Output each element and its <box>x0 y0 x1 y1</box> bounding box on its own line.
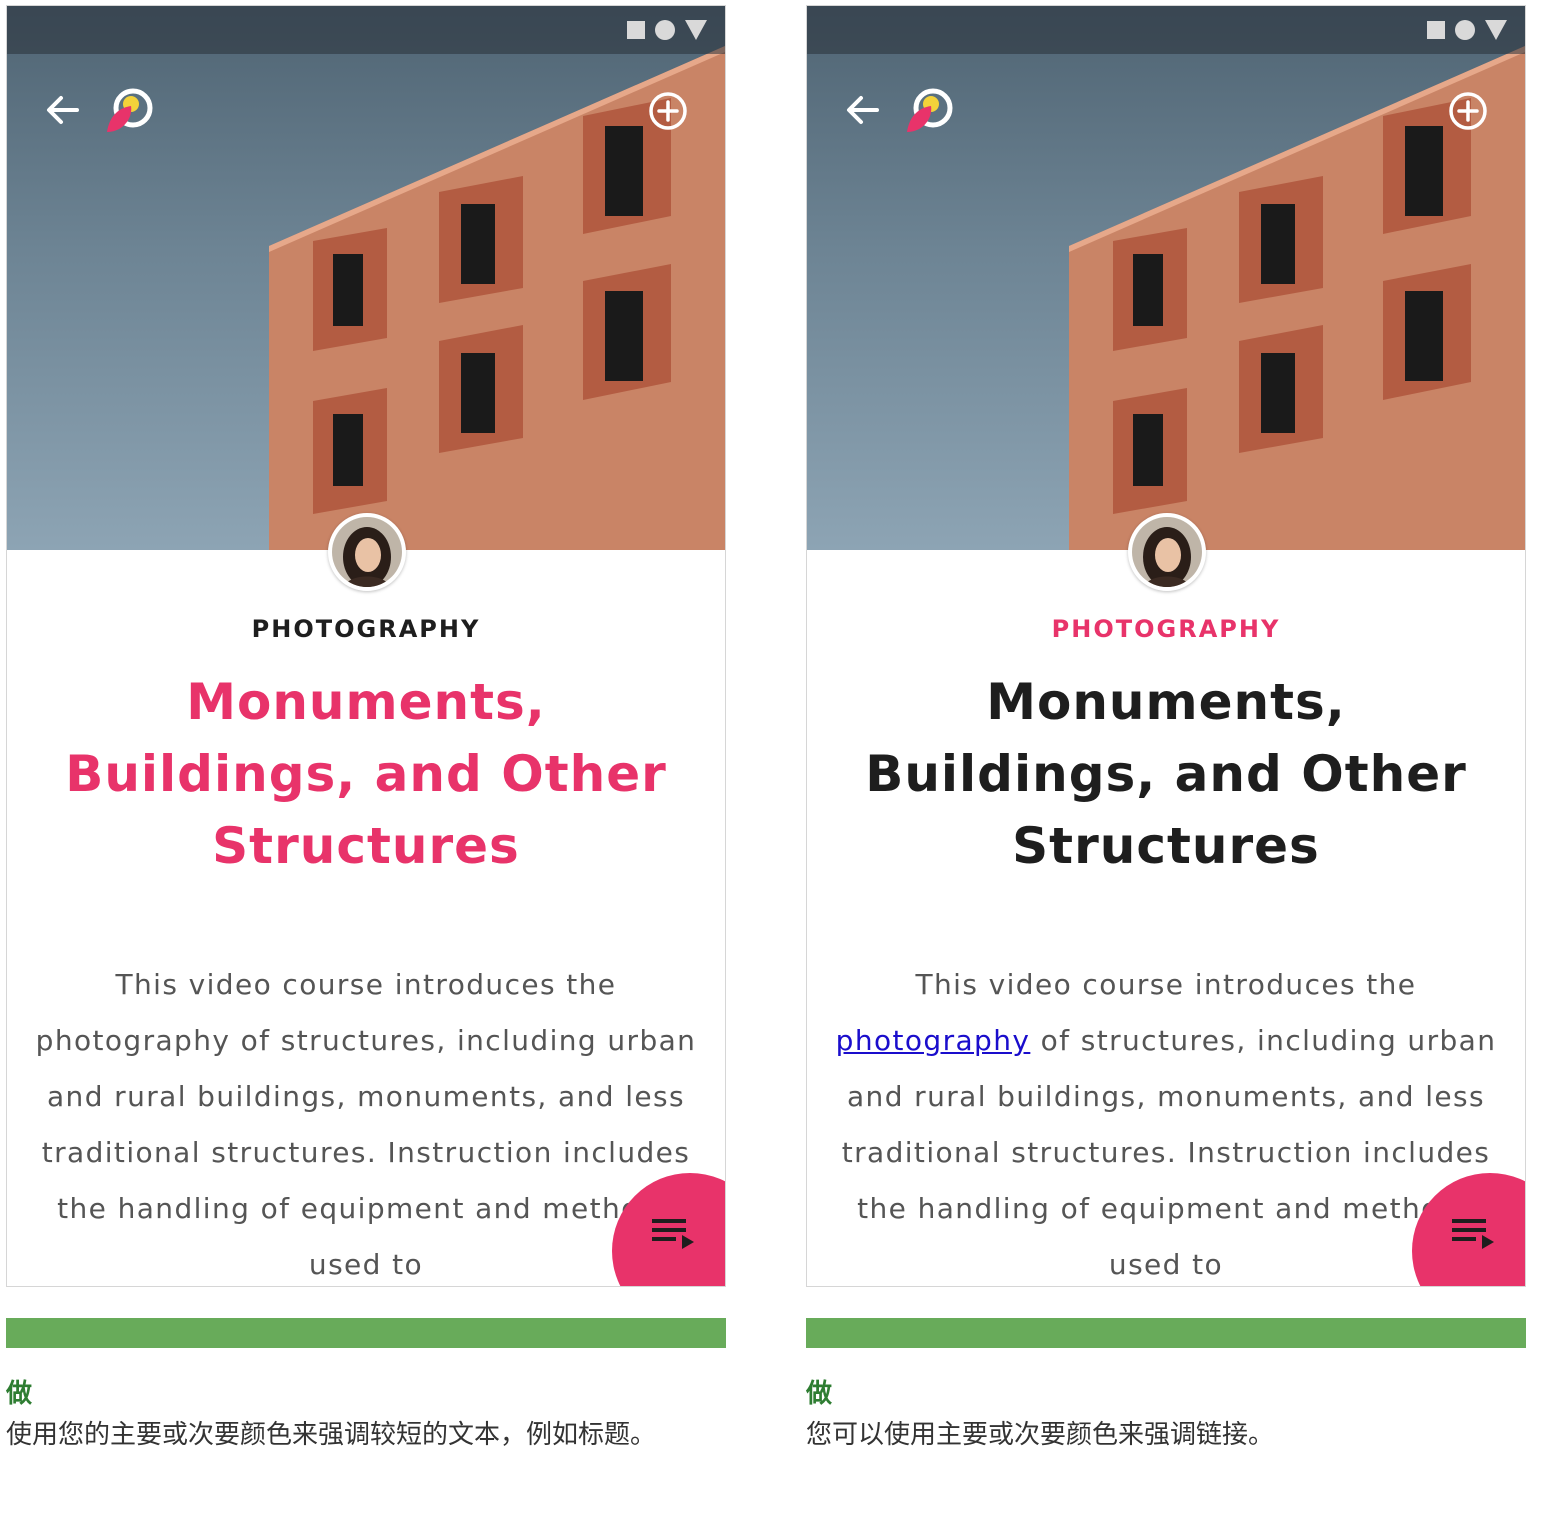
circle-icon <box>1455 20 1475 40</box>
category-label: PHOTOGRAPHY <box>1051 615 1281 643</box>
avatar-portrait <box>1132 517 1202 587</box>
course-title: Monuments, Buildings, and Other Structur… <box>65 673 667 875</box>
verdict-label: 做 <box>806 1379 833 1409</box>
guideline-caption: 使用您的主要或次要颜色来强调较短的文本，例如标题。 <box>6 1420 657 1450</box>
status-bar <box>7 6 725 54</box>
app-logo-icon <box>107 88 153 132</box>
arrow-back-icon[interactable] <box>41 88 85 132</box>
phone-mockup: PHOTOGRAPHY Monuments, Buildings, and Ot… <box>806 5 1526 1287</box>
triangle-icon <box>685 20 707 40</box>
add-circle-icon[interactable] <box>647 90 689 132</box>
hero-image <box>807 6 1525 550</box>
do-indicator-bar <box>806 1318 1526 1348</box>
author-avatar[interactable] <box>1128 513 1206 591</box>
status-bar <box>807 6 1525 54</box>
hero-image <box>7 6 725 550</box>
category-label: PHOTOGRAPHY <box>251 615 481 643</box>
do-indicator-bar <box>6 1318 726 1348</box>
arrow-back-icon[interactable] <box>841 88 885 132</box>
guideline-caption: 您可以使用主要或次要颜色来强调链接。 <box>806 1420 1275 1450</box>
author-avatar[interactable] <box>328 513 406 591</box>
square-icon <box>627 21 645 39</box>
avatar-portrait <box>332 517 402 587</box>
course-description: This video course introduces the photogr… <box>829 957 1503 1286</box>
app-logo-icon <box>907 88 953 132</box>
playlist-play-icon <box>652 1219 694 1249</box>
photography-link[interactable]: photography <box>836 1024 1031 1057</box>
triangle-icon <box>1485 20 1507 40</box>
square-icon <box>1427 21 1445 39</box>
add-circle-icon[interactable] <box>1447 90 1489 132</box>
course-title: Monuments, Buildings, and Other Structur… <box>865 673 1467 875</box>
course-description: This video course introduces the photogr… <box>35 968 697 1281</box>
verdict-label: 做 <box>6 1379 33 1409</box>
description-before-link: This video course introduces the <box>915 968 1417 1001</box>
playlist-play-icon <box>1452 1219 1494 1249</box>
circle-icon <box>655 20 675 40</box>
phone-mockup: PHOTOGRAPHY Monuments, Buildings, and Ot… <box>6 5 726 1287</box>
example-right: PHOTOGRAPHY Monuments, Buildings, and Ot… <box>806 5 1526 1450</box>
example-left: PHOTOGRAPHY Monuments, Buildings, and Ot… <box>6 5 726 1450</box>
description-after-link: of structures, including urban and rural… <box>841 1024 1497 1281</box>
